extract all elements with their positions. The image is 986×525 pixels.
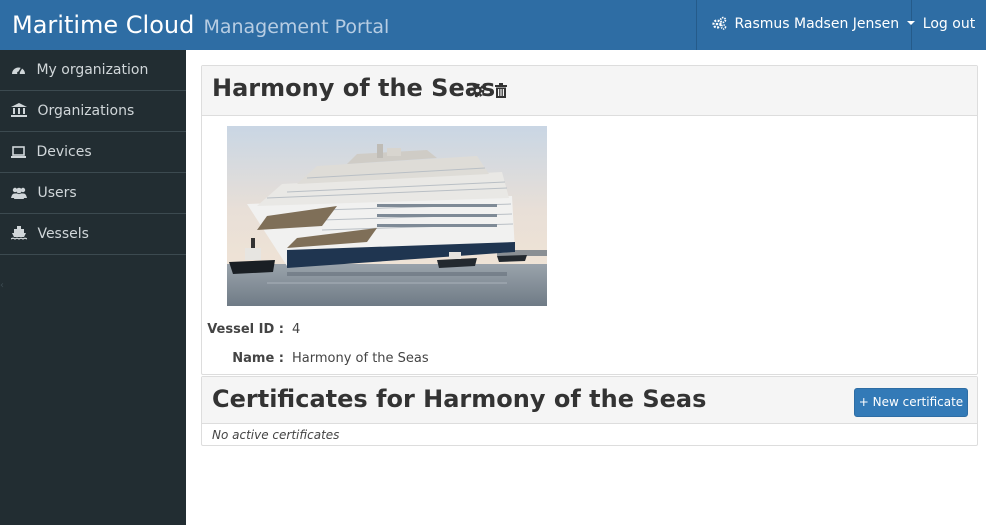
users-icon (11, 185, 37, 201)
gear-icon[interactable] (470, 83, 485, 102)
vessel-panel-header: Harmony of the Seas (202, 66, 977, 116)
sidebar-item-label: Vessels (37, 226, 89, 242)
empty-certificates-message: No active certificates (212, 428, 340, 442)
user-menu-dropdown[interactable]: Rasmus Madsen Jensen (696, 0, 915, 50)
vessel-details-panel: Harmony of the Seas Vessel ID: 4 Name:… (201, 65, 978, 375)
certificates-panel-header: Certificates for Harmony of the Seas + N… (202, 377, 977, 424)
laptop-icon (11, 144, 36, 160)
certificates-title: Certificates for Harmony of the Seas (212, 385, 707, 413)
user-name: Rasmus Madsen Jensen (734, 16, 900, 32)
chevron-left-icon[interactable]: ‹ (0, 280, 4, 291)
trash-icon[interactable] (494, 83, 508, 102)
sidebar-item-users[interactable]: Users (0, 173, 186, 214)
dashboard-icon (11, 62, 36, 78)
logout-link[interactable]: Log out (912, 0, 986, 50)
sidebar-item-my-organization[interactable]: My organization (0, 50, 186, 91)
vessel-id-value: 4 (292, 322, 301, 337)
sidebar-item-label: Organizations (37, 103, 135, 119)
new-certificate-button[interactable]: + New certificate (854, 388, 968, 417)
sidebar-item-label: Users (37, 185, 77, 201)
brand-title: Maritime Cloud (12, 11, 195, 39)
top-navbar: Maritime Cloud Management Portal Rasmus … (0, 0, 986, 50)
sidebar: My organization Organizations Devices Us… (0, 50, 186, 525)
vessel-photo (227, 126, 547, 306)
sidebar-item-devices[interactable]: Devices (0, 132, 186, 173)
bank-icon (11, 103, 37, 119)
sidebar-item-organizations[interactable]: Organizations (0, 91, 186, 132)
certificates-panel: Certificates for Harmony of the Seas + N… (201, 376, 978, 446)
cogs-icon (712, 16, 734, 32)
page-title: Harmony of the Seas (212, 74, 496, 102)
vessel-name-label: Name : (232, 351, 284, 366)
brand[interactable]: Maritime Cloud Management Portal (12, 0, 389, 50)
sidebar-item-label: Devices (36, 144, 92, 160)
sidebar-item-vessels[interactable]: Vessels (0, 214, 186, 255)
ship-icon (10, 226, 37, 242)
sidebar-item-label: My organization (36, 62, 149, 78)
brand-subtitle: Management Portal (203, 16, 390, 38)
vessel-name-value: Harmony of the Seas (292, 351, 429, 366)
vessel-id-label: Vessel ID : (207, 322, 284, 337)
